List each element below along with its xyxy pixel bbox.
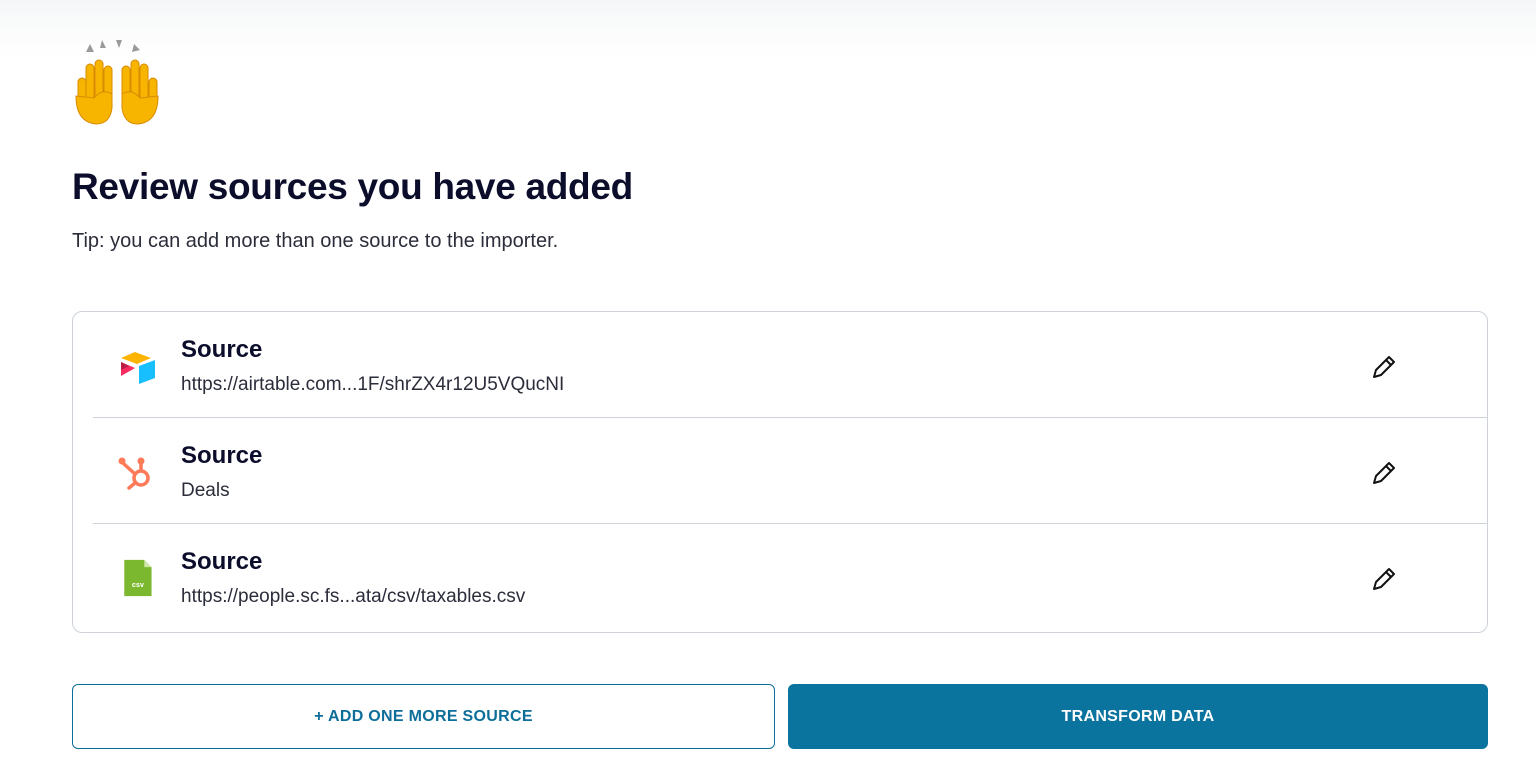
pencil-icon[interactable] (1369, 458, 1399, 488)
source-list: Source https://airtable.com...1F/shrZX4r… (72, 311, 1488, 633)
tip-text: Tip: you can add more than one source to… (72, 230, 559, 252)
pencil-icon[interactable] (1369, 352, 1399, 382)
source-title: Source (181, 442, 263, 469)
source-detail: Deals (181, 480, 230, 501)
transform-data-button[interactable]: TRANSFORM DATA (788, 684, 1488, 749)
pencil-icon[interactable] (1369, 564, 1399, 594)
source-row-csv: csv Source https://people.sc.fs...ata/cs… (93, 524, 1488, 630)
airtable-logo-icon (121, 352, 155, 384)
source-title: Source (181, 336, 263, 363)
raising-hands-icon (75, 40, 159, 125)
source-row-hubspot: Source Deals (93, 418, 1488, 524)
source-title: Source (181, 548, 263, 575)
add-source-button[interactable]: + ADD ONE MORE SOURCE (72, 684, 775, 749)
source-detail: https://airtable.com...1F/shrZX4r12U5VQu… (181, 374, 565, 395)
source-detail: https://people.sc.fs...ata/csv/taxables.… (181, 586, 526, 607)
hubspot-logo-icon (118, 457, 150, 490)
page-title: Review sources you have added (72, 166, 633, 207)
csv-file-icon: csv (124, 559, 152, 597)
csv-icon-label: csv (132, 580, 145, 589)
source-row-airtable: Source https://airtable.com...1F/shrZX4r… (93, 312, 1488, 418)
